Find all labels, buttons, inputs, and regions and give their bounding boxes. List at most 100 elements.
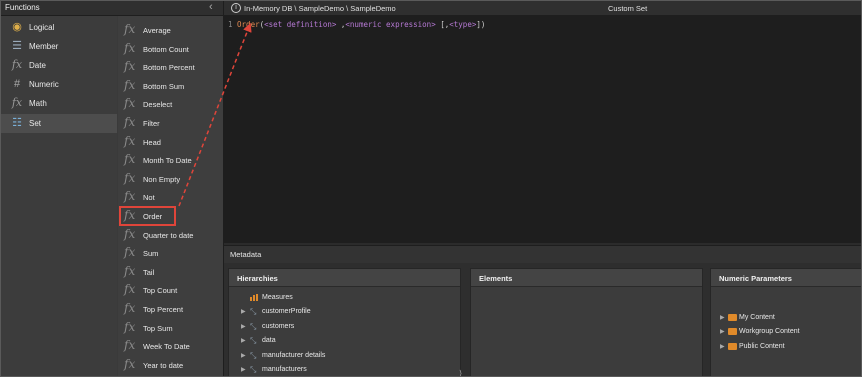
expand-caret-icon[interactable]: ▶ bbox=[241, 337, 246, 344]
function-item-bottom-sum[interactable]: fx Bottom Sum bbox=[118, 77, 223, 95]
function-label: Month To Date bbox=[143, 156, 192, 166]
expand-caret-icon[interactable]: ▶ bbox=[241, 308, 246, 315]
info-icon[interactable]: i bbox=[231, 3, 241, 13]
code-arg-numeric: <numeric expression> bbox=[345, 20, 436, 29]
function-item-top-sum[interactable]: fx Top Sum bbox=[118, 319, 223, 337]
page-title: Custom Set bbox=[608, 4, 648, 13]
code-editor[interactable]: 1 Order(<set definition> ,<numeric expre… bbox=[224, 16, 861, 243]
line-number: 1 bbox=[228, 20, 233, 29]
expand-caret-icon[interactable]: ▶ bbox=[241, 366, 246, 373]
function-item-quarter-to-date[interactable]: fx Quarter to date bbox=[118, 226, 223, 244]
category-label: Logical bbox=[29, 23, 55, 32]
category-numeric[interactable]: # Numeric bbox=[1, 75, 117, 94]
expand-caret-icon[interactable]: ▶ bbox=[720, 328, 725, 335]
function-item-tail[interactable]: fx Tail bbox=[118, 263, 223, 281]
function-item-deselect[interactable]: fx Deselect bbox=[118, 95, 223, 113]
hierarchy-icon: ⤡ bbox=[250, 322, 257, 331]
category-label: Member bbox=[29, 42, 59, 51]
function-label: Top Sum bbox=[143, 323, 173, 333]
category-logical[interactable]: ◉ Logical bbox=[1, 18, 117, 37]
date-icon: fx bbox=[11, 58, 23, 71]
hierarchies-title: Hierarchies bbox=[237, 274, 278, 283]
function-item-sum[interactable]: fx Sum bbox=[118, 244, 223, 262]
splitter-handle-icon[interactable]: ⟩ bbox=[459, 369, 462, 376]
fx-icon: fx bbox=[124, 226, 136, 241]
function-item-bottom-count[interactable]: fx Bottom Count bbox=[118, 40, 223, 58]
fx-icon: fx bbox=[124, 301, 136, 315]
hierarchy-icon: ⤡ bbox=[250, 365, 257, 374]
function-item-not[interactable]: fx Not bbox=[118, 188, 223, 206]
numeric-parameters-header: Numeric Parameters bbox=[711, 269, 861, 287]
fx-icon: fx bbox=[124, 22, 136, 36]
tree-label: customers bbox=[262, 323, 295, 330]
metadata-area: Hierarchies Measures ▶ ⤡ customerProfile… bbox=[224, 263, 861, 376]
tree-label: data bbox=[262, 337, 276, 344]
fx-icon: fx bbox=[124, 170, 136, 185]
function-item-top-percent[interactable]: fx Top Percent bbox=[118, 300, 223, 318]
tree-label: My Content bbox=[739, 314, 775, 321]
function-label: Not bbox=[143, 193, 155, 203]
expand-caret-icon[interactable]: ▶ bbox=[720, 314, 725, 321]
folder-icon bbox=[728, 343, 737, 350]
category-member[interactable]: ☰ Member bbox=[1, 37, 117, 56]
metadata-title: Metadata bbox=[230, 250, 262, 259]
fx-icon: fx bbox=[124, 40, 136, 55]
numeric-parameters-title: Numeric Parameters bbox=[719, 274, 792, 283]
function-item-average[interactable]: fx Average bbox=[118, 21, 223, 39]
code-function: Order bbox=[237, 20, 260, 29]
function-item-order[interactable]: fx Order bbox=[119, 206, 176, 226]
function-label: Filter bbox=[143, 119, 160, 128]
math-icon: fx bbox=[11, 96, 23, 109]
fx-icon: fx bbox=[124, 77, 136, 92]
category-date[interactable]: fx Date bbox=[1, 56, 117, 75]
function-label: Sum bbox=[143, 249, 159, 259]
function-item-head[interactable]: fx Head bbox=[118, 133, 223, 151]
tree-label: Public Content bbox=[739, 343, 785, 350]
function-label: Head bbox=[143, 137, 161, 147]
category-label: Set bbox=[29, 119, 42, 128]
function-item-week-to-date[interactable]: fx Week To Date bbox=[118, 337, 223, 355]
tree-label: customerProfile bbox=[262, 308, 311, 315]
set-icon: ☷ bbox=[12, 117, 22, 129]
fx-icon: fx bbox=[124, 263, 136, 278]
function-item-month-to-date[interactable]: fx Month To Date bbox=[118, 151, 223, 169]
function-list: fx Average fx Bottom Count fx Bottom Percent f… bbox=[118, 16, 223, 376]
fx-icon: fx bbox=[124, 189, 136, 204]
category-math[interactable]: fx Math bbox=[1, 94, 117, 113]
function-label: Top Percent bbox=[143, 305, 184, 314]
category-label: Math bbox=[29, 99, 47, 108]
elements-title: Elements bbox=[479, 274, 513, 283]
function-item-non-empty[interactable]: fx Non Empty bbox=[118, 170, 223, 188]
functions-panel: Functions ‹ ◉ Logical ☰ Member fx Date #… bbox=[1, 1, 224, 376]
editor-header: i In-Memory DB \ SampleDemo \ SampleDemo… bbox=[224, 1, 861, 16]
expand-caret-icon[interactable]: ▶ bbox=[241, 323, 246, 330]
numeric-icon: # bbox=[13, 78, 21, 90]
function-item-filter[interactable]: fx Filter bbox=[118, 114, 223, 132]
folder-icon bbox=[728, 328, 737, 335]
code-line[interactable]: 1 Order(<set definition> ,<numeric expre… bbox=[228, 20, 485, 29]
tree-label: Workgroup Content bbox=[739, 328, 800, 335]
function-label: Quarter to date bbox=[143, 230, 194, 240]
category-set[interactable]: ☷ Set bbox=[1, 114, 117, 133]
function-label: Average bbox=[143, 26, 171, 35]
tree-label: manufacturers bbox=[262, 366, 307, 373]
function-item-year-to-date[interactable]: fx Year to date bbox=[118, 356, 223, 374]
expand-caret-icon[interactable]: ▶ bbox=[241, 352, 246, 359]
elements-header: Elements bbox=[471, 269, 702, 287]
function-label: Top Count bbox=[143, 286, 178, 296]
metadata-header: Metadata bbox=[224, 245, 861, 264]
fx-icon: fx bbox=[124, 208, 136, 222]
code-punct: ]) bbox=[476, 20, 486, 29]
breadcrumb: In-Memory DB \ SampleDemo \ SampleDemo bbox=[244, 4, 396, 13]
tree-label: Measures bbox=[262, 294, 293, 301]
function-item-bottom-percent[interactable]: fx Bottom Percent bbox=[118, 58, 223, 76]
hierarchy-icon: ⤡ bbox=[250, 351, 257, 360]
function-label: Non Empty bbox=[143, 174, 181, 184]
elements-pane: Elements bbox=[470, 268, 703, 376]
member-icon: ☰ bbox=[12, 40, 22, 52]
function-item-top-count[interactable]: fx Top Count bbox=[118, 281, 223, 299]
expand-caret-icon[interactable]: ▶ bbox=[720, 343, 725, 350]
collapse-panel-icon[interactable]: ‹ bbox=[209, 1, 213, 13]
fx-icon: fx bbox=[124, 319, 136, 334]
function-label: Bottom Count bbox=[143, 44, 189, 54]
